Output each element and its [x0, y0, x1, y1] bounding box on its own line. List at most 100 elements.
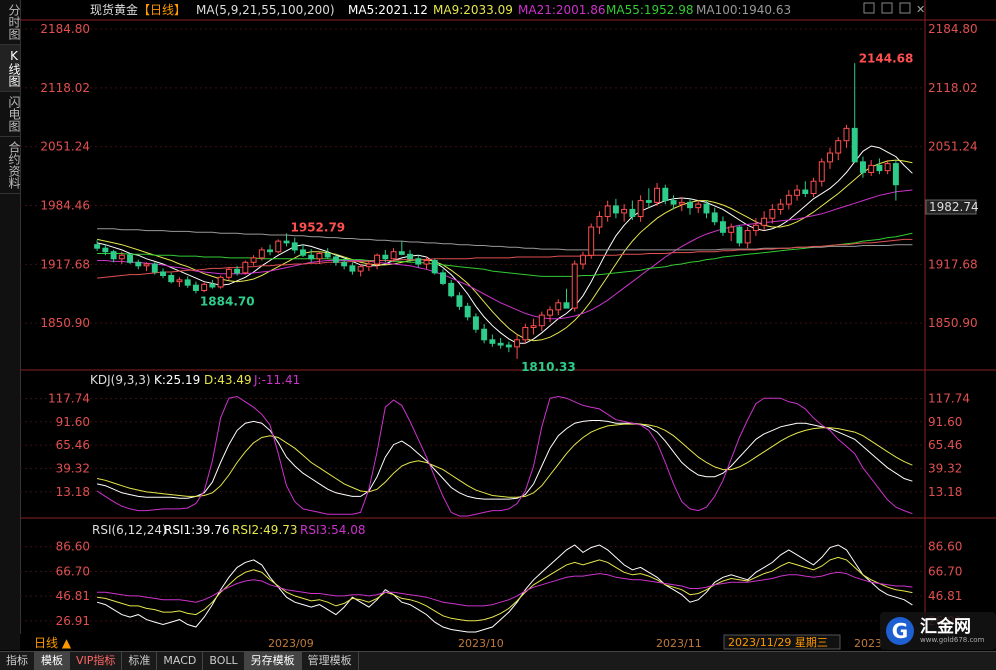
kdj-title[interactable]: KDJ(9,3,3) — [90, 373, 151, 387]
candle — [654, 182, 661, 206]
candle — [300, 244, 306, 257]
candle — [464, 302, 471, 321]
rsi-2: RSI2:49.73 — [232, 523, 298, 537]
candle — [192, 281, 199, 294]
candle — [497, 338, 504, 349]
candle — [514, 334, 521, 359]
time-label-dec: 2023 — [854, 637, 882, 650]
rsi-tick-right: 46.81 — [928, 589, 962, 603]
candle — [612, 198, 619, 219]
price-tick-left: 1984.46 — [40, 198, 90, 212]
price-tick-left: 1850.90 — [40, 316, 90, 330]
layout-icon[interactable] — [881, 2, 893, 14]
rsi-tick-left: 46.81 — [56, 589, 90, 603]
price-tick-right: 1850.90 — [928, 316, 978, 330]
rsi-tick-left: 86.60 — [56, 540, 90, 554]
tab-kline[interactable]: K线图 — [0, 45, 21, 92]
logo-brand: 汇金网 — [920, 616, 971, 637]
candlesticks — [94, 63, 899, 359]
kdj-d: D:43.49 — [204, 373, 252, 387]
chart-view-tabs: 分时图 K线图 闪电图 合约资料 — [0, 0, 21, 650]
candle — [324, 248, 331, 259]
annotation-1952.79: 1952.79 — [291, 220, 346, 234]
rsi-line-rsi3 — [97, 571, 913, 607]
candle — [621, 204, 628, 222]
candle — [481, 323, 488, 344]
candle — [242, 260, 249, 275]
candle — [876, 158, 883, 175]
candle — [127, 253, 134, 265]
settings-icon[interactable] — [863, 2, 875, 14]
candle — [357, 264, 364, 277]
rsi-tick-right: 66.70 — [928, 564, 962, 578]
kdj-tick-right: 117.74 — [928, 391, 970, 405]
candle — [711, 207, 718, 226]
rsi-title[interactable]: RSI(6,12,24) — [92, 523, 167, 537]
kdj-k: K:25.19 — [154, 373, 200, 387]
candle — [859, 156, 866, 178]
indicator-tabs: 指标 模板 VIP指标 标准 MACD BOLL 另存模板 管理模板 — [0, 651, 996, 670]
ma-line-ma9 — [96, 159, 913, 342]
ma55-value: MA55:1952.98 — [606, 3, 694, 17]
maximize-icon[interactable] — [899, 2, 911, 14]
candle — [415, 255, 422, 268]
candle — [769, 204, 776, 224]
candle — [456, 292, 463, 310]
ma-line-ma5 — [96, 145, 913, 344]
tab-macd[interactable]: MACD — [157, 652, 204, 670]
tab-manage-templates[interactable]: 管理模板 — [302, 652, 359, 670]
time-label-nov: 2023/11 — [656, 637, 702, 650]
close-icon[interactable]: ✕ — [916, 3, 925, 16]
candle — [802, 181, 809, 198]
ma-line-ma100 — [97, 228, 913, 251]
candle — [472, 313, 479, 333]
annotation-1810.33: 1810.33 — [521, 360, 576, 374]
ma9-value: MA9:2033.09 — [433, 3, 513, 17]
candle — [571, 260, 578, 312]
kdj-tick-left: 13.18 — [56, 485, 90, 499]
kdj-tick-right: 13.18 — [928, 485, 962, 499]
candle — [135, 259, 142, 270]
tab-lightning[interactable]: 闪电图 — [0, 92, 21, 137]
price-tick-left: 1917.68 — [40, 257, 90, 271]
tab-templates[interactable]: 模板 — [35, 652, 70, 670]
candle — [365, 260, 372, 272]
kdj-tick-left: 91.60 — [56, 415, 90, 429]
kdj-j: J:-11.41 — [253, 373, 300, 387]
candle — [538, 311, 545, 331]
rsi-tick-right: 86.60 — [928, 540, 962, 554]
candle — [374, 253, 381, 270]
candle — [505, 341, 512, 353]
candle — [489, 334, 496, 347]
candle — [201, 282, 208, 293]
period-label: 【日线】 — [138, 3, 186, 17]
candle — [785, 190, 792, 210]
tab-boll[interactable]: BOLL — [203, 652, 245, 670]
time-axis: 日线 ▲ 2023/09 2023/10 2023/11 2023/11/29 … — [20, 634, 996, 650]
tab-vip-indicators[interactable]: VIP指标 — [70, 652, 123, 670]
price-tick-right: 1917.68 — [928, 257, 978, 271]
candle — [596, 211, 603, 235]
tab-timeshare[interactable]: 分时图 — [0, 0, 21, 45]
logo-mark-icon: G — [886, 617, 914, 645]
ma-params[interactable]: MA(5,9,21,55,100,200) — [196, 3, 335, 17]
candle — [579, 251, 586, 270]
period-button[interactable]: 日线 ▲ — [34, 636, 72, 650]
rsi-3: RSI3:54.08 — [300, 523, 366, 537]
candle — [687, 198, 693, 215]
chart-canvas[interactable]: 现货黄金 【日线】 MA(5,9,21,55,100,200) MA5:2021… — [20, 0, 996, 634]
tab-standard[interactable]: 标准 — [122, 652, 158, 670]
candle — [308, 249, 315, 263]
annotation-2144.68: 2144.68 — [859, 51, 914, 65]
candle — [225, 267, 232, 280]
tab-contract-info[interactable]: 合约资料 — [0, 137, 21, 194]
candle — [316, 251, 323, 265]
candle — [423, 256, 430, 270]
rsi-line-rsi2 — [97, 556, 913, 622]
kdj-tick-right: 65.46 — [928, 438, 962, 452]
candle — [440, 269, 446, 286]
candle — [209, 279, 216, 289]
tab-save-template[interactable]: 另存模板 — [244, 652, 302, 670]
tab-indicators[interactable]: 指标 — [0, 652, 35, 670]
candle — [160, 268, 166, 279]
